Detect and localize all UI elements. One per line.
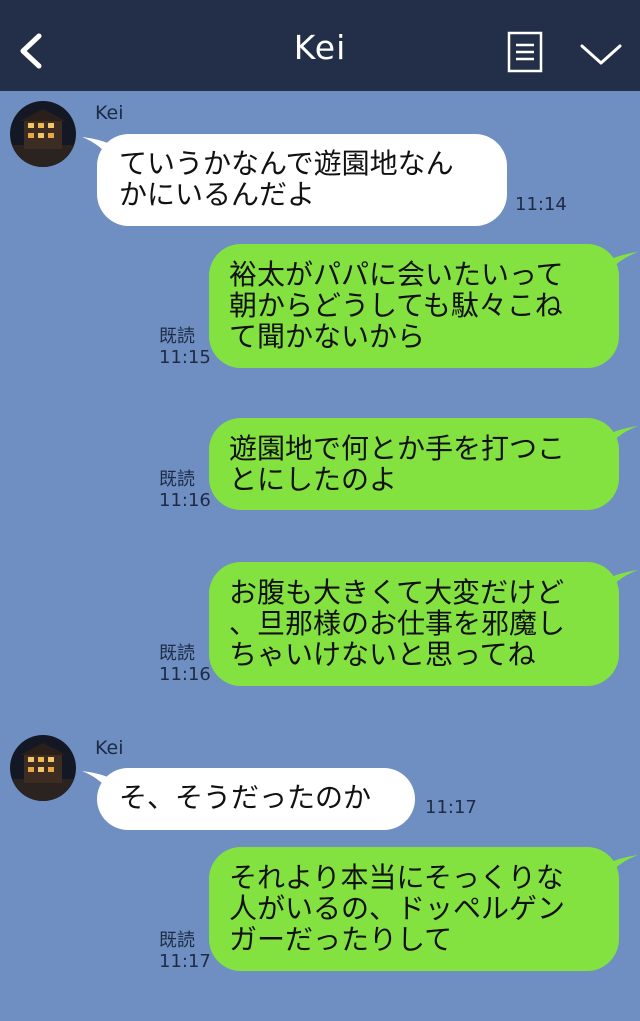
chevron-down-icon[interactable] xyxy=(579,42,623,66)
document-list-icon[interactable] xyxy=(507,31,543,73)
avatar[interactable] xyxy=(10,101,76,167)
message-bubble-outgoing[interactable]: 遊園地で何とか手を打つこ とにしたのよ xyxy=(209,418,619,510)
sender-name: Kei xyxy=(95,102,124,124)
avatar[interactable] xyxy=(10,735,76,801)
message-bubble-outgoing[interactable]: お腹も大きくて大変だけど 、旦那様のお仕事を邪魔し ちゃいけないと思ってね xyxy=(209,562,619,686)
read-receipt: 既読 11:17 xyxy=(159,930,211,972)
message-time: 11:14 xyxy=(515,194,567,215)
chat-title: Kei xyxy=(293,28,347,67)
message-time: 11:17 xyxy=(425,797,477,818)
message-bubble-incoming[interactable]: ていうかなんで遊園地なん かにいるんだよ xyxy=(97,134,507,226)
chat-header: Kei xyxy=(0,0,640,91)
read-receipt: 既読 11:15 xyxy=(159,326,211,368)
message-bubble-outgoing[interactable]: 裕太がパパに会いたいって 朝からどうしても駄々こね て聞かないから xyxy=(209,244,619,368)
message-bubble-incoming[interactable]: そ、そうだったのか xyxy=(97,768,415,830)
read-receipt: 既読 11:16 xyxy=(159,469,211,511)
read-receipt: 既読 11:16 xyxy=(159,643,211,685)
sender-name: Kei xyxy=(95,737,124,759)
message-bubble-outgoing[interactable]: それより本当にそっくりな 人がいるの、ドッペルゲン ガーだったりして xyxy=(209,847,619,971)
